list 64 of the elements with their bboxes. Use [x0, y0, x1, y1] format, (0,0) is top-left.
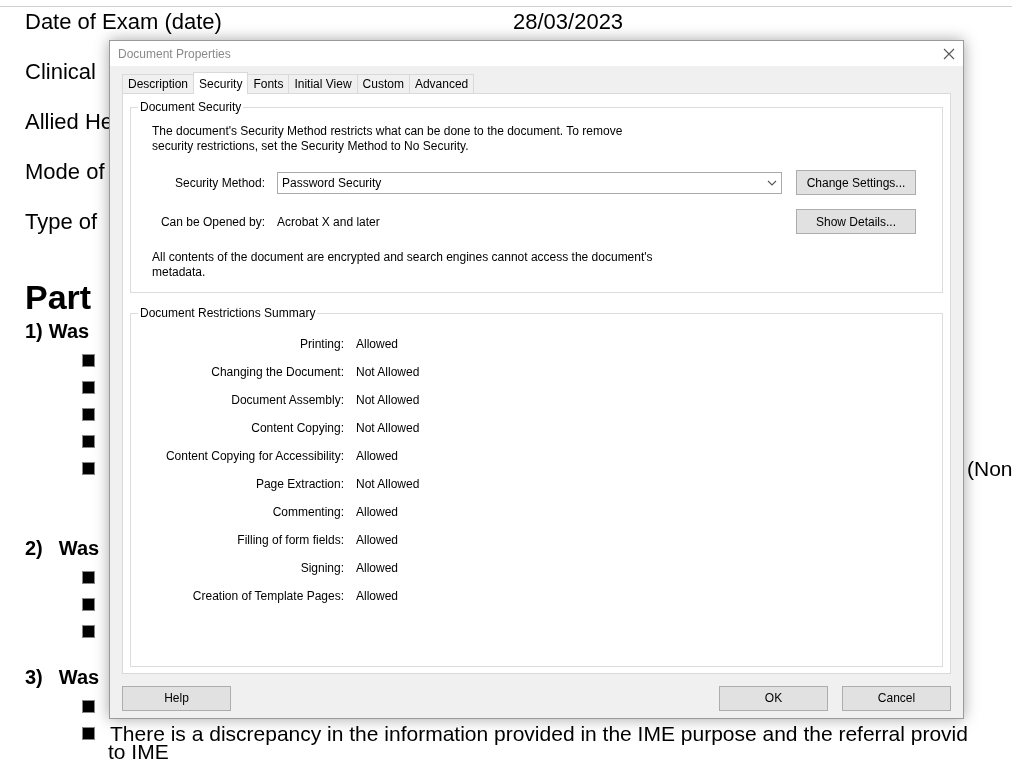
field-label: Security Method: — [173, 175, 265, 190]
option-text: to IME — [108, 744, 169, 759]
restriction-value: Allowed — [356, 560, 400, 577]
tab[interactable]: Description — [122, 74, 195, 93]
question-number: 2) — [25, 536, 43, 560]
restriction-value: Not Allowed — [356, 476, 420, 493]
section-heading: Part — [25, 277, 92, 317]
restriction-label: Content Copying for Accessibility: — [164, 448, 344, 465]
bullet-icon — [82, 354, 95, 367]
form-label: Type of — [25, 209, 98, 234]
restriction-label: Page Extraction: — [254, 476, 344, 493]
restriction-value: Allowed — [356, 448, 400, 465]
tab[interactable]: Security — [193, 72, 249, 94]
form-value: 28/03/2023 — [513, 8, 624, 36]
description-text: The document's Security Method restricts what can be done to the document. To remove security restrictions, set the Security Method to No Security. — [152, 124, 624, 154]
form-label: Date of Exam (date) — [25, 9, 222, 34]
restriction-label: Content Copying: — [250, 420, 344, 437]
window-title: Document Properties — [118, 46, 231, 61]
restriction-value: Not Allowed — [356, 420, 420, 437]
bullet-icon — [82, 571, 95, 584]
restriction-label: Signing: — [299, 560, 344, 577]
restriction-value: Allowed — [356, 336, 400, 353]
restriction-label: Document Assembly: — [230, 392, 344, 409]
bullet-icon — [82, 462, 95, 475]
restriction-label: Changing the Document: — [210, 364, 344, 381]
restriction-value: Allowed — [356, 588, 400, 605]
bullet-icon — [82, 598, 95, 611]
group-title: Document Restrictions Summary — [139, 306, 317, 320]
close-icon[interactable] — [943, 47, 955, 60]
security-method-dropdown[interactable]: Password Security — [277, 171, 782, 194]
ok-button[interactable]: OK — [719, 685, 828, 711]
restriction-value: Not Allowed — [356, 364, 420, 381]
note-text: All contents of the document are encrypted and search engines cannot access the document's metadata. — [152, 250, 654, 280]
caret-icon — [767, 179, 777, 186]
question-title: Was — [58, 665, 100, 689]
change-settings-button[interactable]: Change Settings... — [796, 170, 916, 195]
option-text: There is a discrepancy in the information provided in the IME purpose and the referral provid — [110, 721, 968, 745]
restriction-label: Creation of Template Pages: — [191, 588, 344, 605]
form-label: Mode of — [25, 159, 105, 184]
restriction-label: Printing: — [298, 336, 344, 353]
question-title: Was — [48, 319, 90, 343]
question-number: 3) — [25, 665, 43, 689]
bullet-icon — [82, 625, 95, 638]
restriction-value: Not Allowed — [356, 392, 420, 409]
option-text: (Non — [967, 456, 1012, 481]
restriction-value: Allowed — [356, 504, 400, 521]
group-title: Document Security — [139, 100, 243, 114]
bullet-icon — [82, 727, 95, 740]
restriction-label: Commenting: — [271, 504, 344, 521]
field-value: Acrobat X and later — [277, 214, 381, 229]
help-button[interactable]: Help — [122, 685, 231, 711]
bullet-icon — [82, 381, 95, 394]
bullet-icon — [82, 435, 95, 448]
tab[interactable]: Advanced — [408, 74, 475, 93]
field-label: Can be Opened by: — [159, 214, 265, 229]
bullet-icon — [82, 700, 95, 713]
show-details-button[interactable]: Show Details... — [796, 209, 916, 234]
bullet-icon — [82, 408, 95, 421]
restriction-value: Allowed — [356, 532, 400, 549]
cancel-button[interactable]: Cancel — [842, 685, 951, 711]
question-title: Was — [58, 536, 100, 560]
restriction-label: Filling of form fields: — [236, 532, 344, 549]
question-number: 1) — [25, 319, 43, 343]
form-label: Clinical — [25, 59, 96, 84]
